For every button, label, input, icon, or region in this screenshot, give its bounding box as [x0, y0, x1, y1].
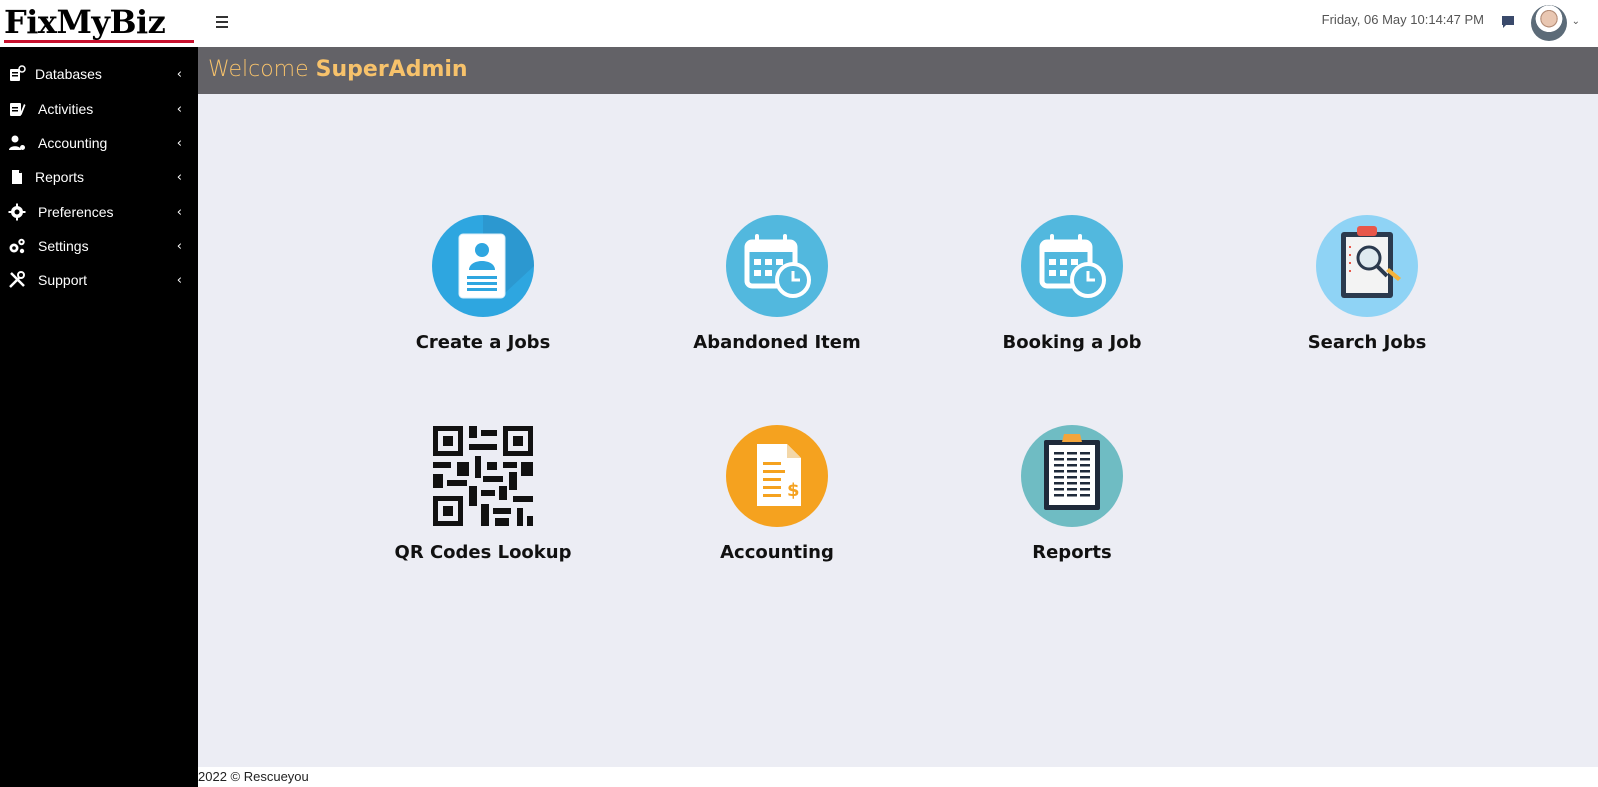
tile-label: Search Jobs [1307, 332, 1427, 353]
footer: 2022 © Rescueyou [198, 767, 1598, 787]
sidebar-item-label: Accounting [38, 135, 108, 151]
gears-icon [8, 237, 26, 255]
file-icon [8, 168, 26, 186]
sidebar-item-databases[interactable]: Databases ‹ [0, 57, 198, 91]
sidebar-item-label: Activities [38, 101, 94, 117]
svg-text:$: $ [787, 480, 800, 501]
sidebar-item-label: Databases [35, 66, 102, 82]
chevron-left-icon: ‹ [176, 169, 182, 185]
database-icon [8, 65, 26, 83]
sidebar-item-label: Support [38, 272, 88, 288]
chevron-down-icon[interactable]: ⌄ [1572, 16, 1580, 27]
tile-label: Create a Jobs [415, 332, 551, 353]
invoice-dollar-icon: $ [725, 424, 829, 528]
brand-underline [4, 40, 194, 43]
calendar-clock-icon [1020, 214, 1124, 318]
tile-reports[interactable]: Reports [962, 424, 1182, 563]
sidebar-item-settings[interactable]: Settings ‹ [0, 229, 198, 263]
footer-copyright: 2022 © Rescueyou [198, 769, 309, 784]
chevron-left-icon: ‹ [176, 204, 182, 220]
user-gear-icon [8, 134, 26, 152]
tile-accounting[interactable]: $ Accounting [667, 424, 887, 563]
chevron-left-icon: ‹ [176, 135, 182, 151]
tile-label: Booking a Job [1002, 332, 1142, 353]
sidebar-item-label: Reports [35, 169, 85, 185]
chat-icon[interactable] [1501, 14, 1515, 28]
sidebar-item-label: Preferences [38, 204, 114, 220]
tile-label: Abandoned Item [693, 332, 861, 353]
sidebar-item-support[interactable]: Support ‹ [0, 263, 198, 297]
tools-icon [8, 271, 26, 289]
current-datetime: Friday, 06 May 10:14:47 PM [1321, 12, 1484, 27]
sidebar: Databases ‹ Activities ‹ Accounting ‹ Re… [0, 47, 198, 787]
welcome-message: Welcome SuperAdmin [208, 57, 468, 82]
tile-abandoned-item[interactable]: Abandoned Item [667, 214, 887, 353]
tile-label: Reports [1032, 542, 1112, 563]
sidebar-item-preferences[interactable]: Preferences ‹ [0, 195, 198, 229]
sidebar-item-label: Settings [38, 238, 89, 254]
sidebar-item-accounting[interactable]: Accounting ‹ [0, 126, 198, 160]
clipboard-search-icon [1315, 214, 1419, 318]
clipboard-pen-icon [8, 100, 26, 118]
dashboard-main: Create a Jobs Abandoned Item Booking a J… [198, 94, 1598, 767]
welcome-header: Welcome SuperAdmin [198, 47, 1598, 94]
welcome-username: SuperAdmin [315, 57, 468, 82]
chevron-left-icon: ‹ [176, 66, 182, 82]
contact-card-icon [431, 214, 535, 318]
tile-booking-job[interactable]: Booking a Job [962, 214, 1182, 353]
sidebar-item-reports[interactable]: Reports ‹ [0, 160, 198, 194]
qr-code-icon [431, 424, 535, 528]
chevron-left-icon: ‹ [176, 101, 182, 117]
top-bar: Friday, 06 May 10:14:47 PM ⌄ [198, 0, 1598, 47]
tile-qr-codes-lookup[interactable]: QR Codes Lookup [373, 424, 593, 563]
report-clipboard-icon [1020, 424, 1124, 528]
welcome-prefix: Welcome [208, 57, 316, 82]
tile-label: QR Codes Lookup [394, 542, 572, 563]
sidebar-item-activities[interactable]: Activities ‹ [0, 92, 198, 126]
brand-logo[interactable]: FixMyBiz [0, 0, 198, 47]
chevron-left-icon: ‹ [176, 238, 182, 254]
tile-search-jobs[interactable]: Search Jobs [1257, 214, 1477, 353]
gear-icon [8, 203, 26, 221]
tile-create-jobs[interactable]: Create a Jobs [373, 214, 593, 353]
calendar-clock-icon [725, 214, 829, 318]
tile-label: Accounting [720, 542, 834, 563]
chevron-left-icon: ‹ [176, 272, 182, 288]
brand-name: FixMyBiz [4, 3, 166, 41]
user-avatar[interactable] [1531, 5, 1567, 41]
hamburger-menu-icon[interactable] [216, 13, 236, 33]
